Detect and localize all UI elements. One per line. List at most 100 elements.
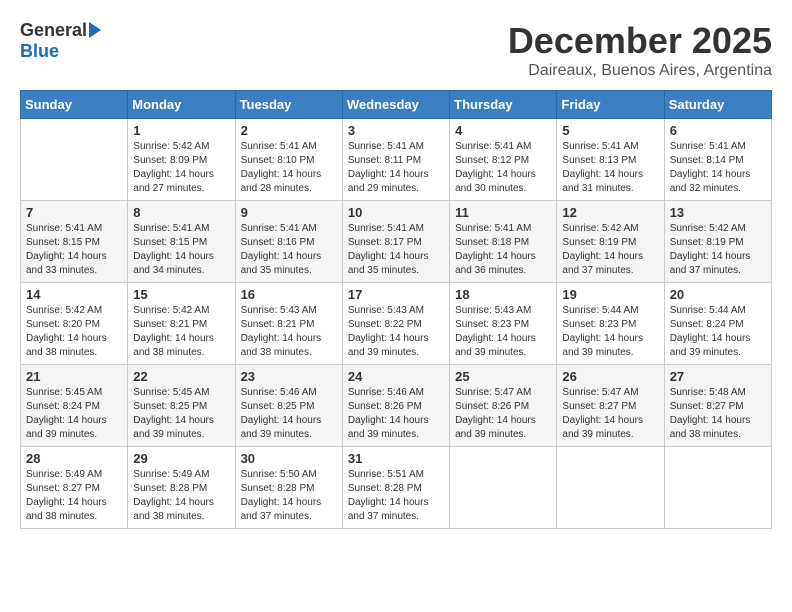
calendar-cell: 20Sunrise: 5:44 AM Sunset: 8:24 PM Dayli… bbox=[664, 283, 771, 365]
logo: General Blue bbox=[20, 20, 101, 62]
day-number: 11 bbox=[455, 205, 551, 220]
day-info: Sunrise: 5:41 AM Sunset: 8:14 PM Dayligh… bbox=[670, 140, 766, 196]
day-number: 28 bbox=[26, 451, 122, 466]
week-row-4: 28 Sunrise: 5:49 AM Sunset: 8:27 PM Dayli… bbox=[21, 447, 772, 529]
weekday-header-saturday: Saturday bbox=[664, 91, 771, 119]
week-row-1: 7 Sunrise: 5:41 AM Sunset: 8:15 PM Daylig… bbox=[21, 201, 772, 283]
calendar-cell: 29Sunrise: 5:49 AM Sunset: 8:28 PM Dayli… bbox=[128, 447, 235, 529]
calendar-cell bbox=[557, 447, 664, 529]
day-number: 29 bbox=[133, 451, 229, 466]
calendar-cell: 9 Sunrise: 5:41 AM Sunset: 8:16 PM Daylig… bbox=[235, 201, 342, 283]
calendar-cell: 1 Sunrise: 5:42 AM Sunset: 8:09 PM Daylig… bbox=[128, 119, 235, 201]
day-number: 8 bbox=[133, 205, 229, 220]
day-info: Sunrise: 5:41 AM Sunset: 8:11 PM Dayligh… bbox=[348, 140, 444, 196]
calendar-cell: 12 Sunrise: 5:42 AM Sunset: 8:19 PM Dayli… bbox=[557, 201, 664, 283]
day-info: Sunrise: 5:41 AM Sunset: 8:16 PM Dayligh… bbox=[241, 222, 337, 278]
day-number: 14 bbox=[26, 287, 122, 302]
calendar: SundayMondayTuesdayWednesdayThursdayFrid… bbox=[20, 90, 772, 529]
day-number: 24 bbox=[348, 369, 444, 384]
title-section: December 2025 Daireaux, Buenos Aires, Ar… bbox=[508, 20, 772, 80]
day-info: Sunrise: 5:43 AM Sunset: 8:23 PM Dayligh… bbox=[455, 304, 551, 360]
calendar-cell: 17Sunrise: 5:43 AM Sunset: 8:22 PM Dayli… bbox=[342, 283, 449, 365]
day-number: 4 bbox=[455, 123, 551, 138]
day-number: 12 bbox=[562, 205, 658, 220]
logo-arrow-icon bbox=[89, 22, 101, 38]
day-info: Sunrise: 5:41 AM Sunset: 8:10 PM Dayligh… bbox=[241, 140, 337, 196]
calendar-cell: 18 Sunrise: 5:43 AM Sunset: 8:23 PM Dayli… bbox=[450, 283, 557, 365]
day-number: 10 bbox=[348, 205, 444, 220]
calendar-cell: 31Sunrise: 5:51 AM Sunset: 8:28 PM Dayli… bbox=[342, 447, 449, 529]
day-info: Sunrise: 5:46 AM Sunset: 8:26 PM Dayligh… bbox=[348, 386, 444, 442]
logo-general: General bbox=[20, 20, 87, 41]
day-info: Sunrise: 5:41 AM Sunset: 8:17 PM Dayligh… bbox=[348, 222, 444, 278]
weekday-header-thursday: Thursday bbox=[450, 91, 557, 119]
day-info: Sunrise: 5:43 AM Sunset: 8:21 PM Dayligh… bbox=[241, 304, 337, 360]
calendar-cell: 27Sunrise: 5:48 AM Sunset: 8:27 PM Dayli… bbox=[664, 365, 771, 447]
calendar-cell: 5 Sunrise: 5:41 AM Sunset: 8:13 PM Daylig… bbox=[557, 119, 664, 201]
day-info: Sunrise: 5:47 AM Sunset: 8:26 PM Dayligh… bbox=[455, 386, 551, 442]
calendar-cell: 8Sunrise: 5:41 AM Sunset: 8:15 PM Daylig… bbox=[128, 201, 235, 283]
calendar-cell: 30 Sunrise: 5:50 AM Sunset: 8:28 PM Dayli… bbox=[235, 447, 342, 529]
day-number: 5 bbox=[562, 123, 658, 138]
calendar-cell bbox=[21, 119, 128, 201]
day-info: Sunrise: 5:42 AM Sunset: 8:20 PM Dayligh… bbox=[26, 304, 122, 360]
day-info: Sunrise: 5:41 AM Sunset: 8:18 PM Dayligh… bbox=[455, 222, 551, 278]
calendar-cell: 2 Sunrise: 5:41 AM Sunset: 8:10 PM Daylig… bbox=[235, 119, 342, 201]
day-info: Sunrise: 5:42 AM Sunset: 8:21 PM Dayligh… bbox=[133, 304, 229, 360]
calendar-cell: 11 Sunrise: 5:41 AM Sunset: 8:18 PM Dayli… bbox=[450, 201, 557, 283]
day-number: 3 bbox=[348, 123, 444, 138]
calendar-cell: 3 Sunrise: 5:41 AM Sunset: 8:11 PM Daylig… bbox=[342, 119, 449, 201]
day-number: 7 bbox=[26, 205, 122, 220]
day-number: 9 bbox=[241, 205, 337, 220]
day-info: Sunrise: 5:41 AM Sunset: 8:15 PM Dayligh… bbox=[26, 222, 122, 278]
day-number: 27 bbox=[670, 369, 766, 384]
calendar-cell: 28 Sunrise: 5:49 AM Sunset: 8:27 PM Dayli… bbox=[21, 447, 128, 529]
day-number: 22 bbox=[133, 369, 229, 384]
calendar-cell: 15 Sunrise: 5:42 AM Sunset: 8:21 PM Dayli… bbox=[128, 283, 235, 365]
calendar-cell: 21Sunrise: 5:45 AM Sunset: 8:24 PM Dayli… bbox=[21, 365, 128, 447]
weekday-header-friday: Friday bbox=[557, 91, 664, 119]
day-number: 13 bbox=[670, 205, 766, 220]
day-info: Sunrise: 5:47 AM Sunset: 8:27 PM Dayligh… bbox=[562, 386, 658, 442]
day-info: Sunrise: 5:45 AM Sunset: 8:25 PM Dayligh… bbox=[133, 386, 229, 442]
day-info: Sunrise: 5:42 AM Sunset: 8:09 PM Dayligh… bbox=[133, 140, 229, 196]
day-number: 30 bbox=[241, 451, 337, 466]
week-row-0: 1 Sunrise: 5:42 AM Sunset: 8:09 PM Daylig… bbox=[21, 119, 772, 201]
day-number: 26 bbox=[562, 369, 658, 384]
weekday-header-tuesday: Tuesday bbox=[235, 91, 342, 119]
weekday-header-monday: Monday bbox=[128, 91, 235, 119]
day-info: Sunrise: 5:44 AM Sunset: 8:24 PM Dayligh… bbox=[670, 304, 766, 360]
calendar-cell: 7 Sunrise: 5:41 AM Sunset: 8:15 PM Daylig… bbox=[21, 201, 128, 283]
day-number: 2 bbox=[241, 123, 337, 138]
week-row-3: 21Sunrise: 5:45 AM Sunset: 8:24 PM Dayli… bbox=[21, 365, 772, 447]
day-number: 23 bbox=[241, 369, 337, 384]
calendar-cell: 22 Sunrise: 5:45 AM Sunset: 8:25 PM Dayli… bbox=[128, 365, 235, 447]
day-number: 25 bbox=[455, 369, 551, 384]
calendar-cell bbox=[450, 447, 557, 529]
day-number: 18 bbox=[455, 287, 551, 302]
calendar-cell: 23Sunrise: 5:46 AM Sunset: 8:25 PM Dayli… bbox=[235, 365, 342, 447]
week-row-2: 14 Sunrise: 5:42 AM Sunset: 8:20 PM Dayli… bbox=[21, 283, 772, 365]
day-info: Sunrise: 5:43 AM Sunset: 8:22 PM Dayligh… bbox=[348, 304, 444, 360]
header: General Blue December 2025 Daireaux, Bue… bbox=[20, 20, 772, 80]
calendar-cell: 14 Sunrise: 5:42 AM Sunset: 8:20 PM Dayli… bbox=[21, 283, 128, 365]
day-info: Sunrise: 5:45 AM Sunset: 8:24 PM Dayligh… bbox=[26, 386, 122, 442]
day-info: Sunrise: 5:44 AM Sunset: 8:23 PM Dayligh… bbox=[562, 304, 658, 360]
calendar-cell bbox=[664, 447, 771, 529]
calendar-cell: 24 Sunrise: 5:46 AM Sunset: 8:26 PM Dayli… bbox=[342, 365, 449, 447]
day-number: 15 bbox=[133, 287, 229, 302]
day-number: 6 bbox=[670, 123, 766, 138]
calendar-cell: 26 Sunrise: 5:47 AM Sunset: 8:27 PM Dayli… bbox=[557, 365, 664, 447]
day-number: 1 bbox=[133, 123, 229, 138]
day-info: Sunrise: 5:42 AM Sunset: 8:19 PM Dayligh… bbox=[562, 222, 658, 278]
day-info: Sunrise: 5:50 AM Sunset: 8:28 PM Dayligh… bbox=[241, 468, 337, 524]
day-number: 19 bbox=[562, 287, 658, 302]
weekday-header-row: SundayMondayTuesdayWednesdayThursdayFrid… bbox=[21, 91, 772, 119]
day-number: 31 bbox=[348, 451, 444, 466]
logo-blue: Blue bbox=[20, 41, 59, 62]
calendar-cell: 4Sunrise: 5:41 AM Sunset: 8:12 PM Daylig… bbox=[450, 119, 557, 201]
calendar-cell: 13Sunrise: 5:42 AM Sunset: 8:19 PM Dayli… bbox=[664, 201, 771, 283]
day-info: Sunrise: 5:41 AM Sunset: 8:13 PM Dayligh… bbox=[562, 140, 658, 196]
calendar-cell: 10 Sunrise: 5:41 AM Sunset: 8:17 PM Dayli… bbox=[342, 201, 449, 283]
day-info: Sunrise: 5:49 AM Sunset: 8:27 PM Dayligh… bbox=[26, 468, 122, 524]
